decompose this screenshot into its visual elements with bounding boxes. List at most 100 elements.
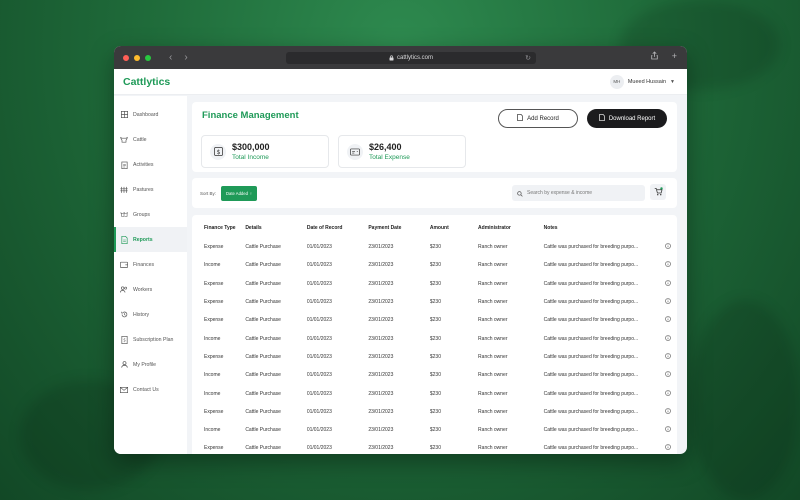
column-header[interactable]: Details <box>245 215 307 238</box>
column-header[interactable]: Finance Type <box>192 215 245 238</box>
table-row[interactable]: Expense Cattle Purchase 01/01/2023 23/01/20… <box>192 311 677 329</box>
app: Cattlytics MH Mueed Hussain ▼ Dashboard … <box>114 69 687 454</box>
table-row[interactable]: Income Cattle Purchase 01/01/2023 23/01/202… <box>192 366 677 384</box>
table-row[interactable]: Income Cattle Purchase 01/01/2023 23/01/202… <box>192 421 677 439</box>
table-cell: Ranch owner <box>478 353 508 360</box>
sidebar-item-cattle[interactable]: Cattle <box>114 127 187 152</box>
browser-actions: + <box>651 51 677 62</box>
table-row[interactable]: Expense Cattle Purchase 01/01/2023 23/01/20… <box>192 238 677 256</box>
brand-logo[interactable]: Cattlytics <box>123 76 170 88</box>
total-expense-card: $26,400 Total Expense <box>338 135 466 168</box>
sidebar-item-history[interactable]: History <box>114 302 187 327</box>
download-report-button[interactable]: Download Report <box>587 109 667 128</box>
table-cell: Income <box>204 372 221 379</box>
sort-label: Sort By: <box>200 190 217 196</box>
table-cell: $230 <box>429 372 441 379</box>
share-icon[interactable] <box>651 51 658 62</box>
table-row[interactable]: Income Cattle Purchase 01/01/2023 23/01/202… <box>192 329 677 347</box>
info-icon[interactable] <box>664 439 677 454</box>
table-row[interactable]: Income Cattle Purchase 01/01/2023 23/01/202… <box>192 384 677 402</box>
sidebar-item-dashboard[interactable]: Dashboard <box>114 102 187 127</box>
browser-window: ‹ › cattlytics.com ↻ + Cattlytics MH Mue… <box>114 46 687 454</box>
table-cell: 23/01/2023 <box>368 262 394 269</box>
table-body: Expense Cattle Purchase 01/01/2023 23/01/20… <box>192 238 677 454</box>
table-cell: 01/01/2023 <box>306 408 332 415</box>
column-header[interactable]: Administrator <box>478 215 544 238</box>
table-cell: Cattle Purchase <box>245 408 281 415</box>
clipboard-icon <box>120 161 128 169</box>
info-icon[interactable] <box>664 384 677 402</box>
info-icon[interactable] <box>664 256 677 274</box>
column-header[interactable]: Payment Date <box>368 215 430 238</box>
column-header[interactable]: Notes <box>544 215 665 238</box>
table-cell: $230 <box>429 244 441 251</box>
document-icon <box>120 235 128 244</box>
column-header[interactable]: Date of Record <box>307 215 369 238</box>
sort-value: Date Added <box>226 190 248 196</box>
table-cell: Cattle Purchase <box>245 335 281 342</box>
table-row[interactable]: Expense Cattle Purchase 01/01/2023 23/01/20… <box>192 293 677 311</box>
table-cell: $230 <box>429 445 441 452</box>
total-income-card: $ $300,000 Total Income <box>201 135 329 168</box>
sidebar-item-pastures[interactable]: Pastures <box>114 177 187 202</box>
table-cell: Income <box>204 335 221 342</box>
table-cell: Cattle was purchased for breeding purpo.… <box>543 335 639 342</box>
table-cell: $230 <box>429 262 441 269</box>
table-cell: Ranch owner <box>478 262 508 269</box>
search-box[interactable] <box>512 185 645 201</box>
table-cell: 01/01/2023 <box>306 335 332 342</box>
info-icon[interactable] <box>664 329 677 347</box>
sidebar-item-contact-us[interactable]: Contact Us <box>114 377 187 402</box>
url-text: cattlytics.com <box>396 55 433 61</box>
sidebar-item-subscription-plan[interactable]: $ Subscription Plan <box>114 327 187 352</box>
minimize-window-button[interactable] <box>134 54 140 61</box>
table-cell: Cattle Purchase <box>245 280 281 287</box>
sidebar-item-activities[interactable]: Activities <box>114 152 187 177</box>
sidebar-item-reports[interactable]: Reports <box>114 227 187 252</box>
search-input[interactable] <box>527 190 637 196</box>
info-icon[interactable] <box>664 421 677 439</box>
forward-arrow-icon[interactable]: › <box>184 52 187 63</box>
table-row[interactable]: Expense Cattle Purchase 01/01/2023 23/01/20… <box>192 348 677 366</box>
browser-titlebar: ‹ › cattlytics.com ↻ + <box>114 46 687 69</box>
info-icon[interactable] <box>664 403 677 421</box>
table-cell: Expense <box>204 317 224 324</box>
address-bar[interactable]: cattlytics.com ↻ <box>286 52 536 64</box>
sidebar-item-workers[interactable]: Workers <box>114 277 187 302</box>
table-row[interactable]: Expense Cattle Purchase 01/01/2023 23/01/20… <box>192 403 677 421</box>
users-icon <box>120 286 128 294</box>
table-cell: Cattle Purchase <box>245 244 281 251</box>
sidebar-item-label: Activities <box>133 161 154 168</box>
sidebar-item-groups[interactable]: Groups <box>114 202 187 227</box>
fence-icon <box>120 186 128 194</box>
info-icon[interactable] <box>664 311 677 329</box>
info-icon[interactable] <box>664 348 677 366</box>
info-icon[interactable] <box>664 238 677 256</box>
table-row[interactable]: Expense Cattle Purchase 01/01/2023 23/01/20… <box>192 439 677 454</box>
total-expense-label: Total Expense <box>369 154 410 161</box>
sidebar-item-label: Workers <box>133 286 153 293</box>
sort-dropdown[interactable]: Date Added ↑ <box>221 185 257 201</box>
table-cell: Expense <box>204 353 224 360</box>
info-icon[interactable] <box>664 293 677 311</box>
table-cell: Ranch owner <box>478 299 508 306</box>
user-menu[interactable]: MH Mueed Hussain ▼ <box>609 74 675 89</box>
table-cell: Cattle was purchased for breeding purpo.… <box>543 299 639 306</box>
close-window-button[interactable] <box>123 54 129 61</box>
table-row[interactable]: Expense Cattle Purchase 01/01/2023 23/01/20… <box>192 275 677 293</box>
sidebar-item-my-profile[interactable]: My Profile <box>114 352 187 377</box>
table-cell: Income <box>204 262 221 269</box>
info-icon[interactable] <box>664 275 677 293</box>
table-row[interactable]: Income Cattle Purchase 01/01/2023 23/01/202… <box>192 256 677 274</box>
cart-filter-button[interactable] <box>650 184 666 200</box>
column-header[interactable]: Amount <box>430 215 478 238</box>
maximize-window-button[interactable] <box>145 54 151 61</box>
reload-icon[interactable]: ↻ <box>525 54 531 62</box>
table-cell: Cattle Purchase <box>245 390 281 397</box>
back-arrow-icon[interactable]: ‹ <box>169 52 172 63</box>
info-icon[interactable] <box>664 366 677 384</box>
sidebar-item-finances[interactable]: Finances <box>114 252 187 277</box>
new-tab-icon[interactable]: + <box>672 51 677 62</box>
add-record-button[interactable]: Add Record <box>498 109 578 128</box>
filter-bar: Sort By: Date Added ↑ <box>192 178 677 208</box>
